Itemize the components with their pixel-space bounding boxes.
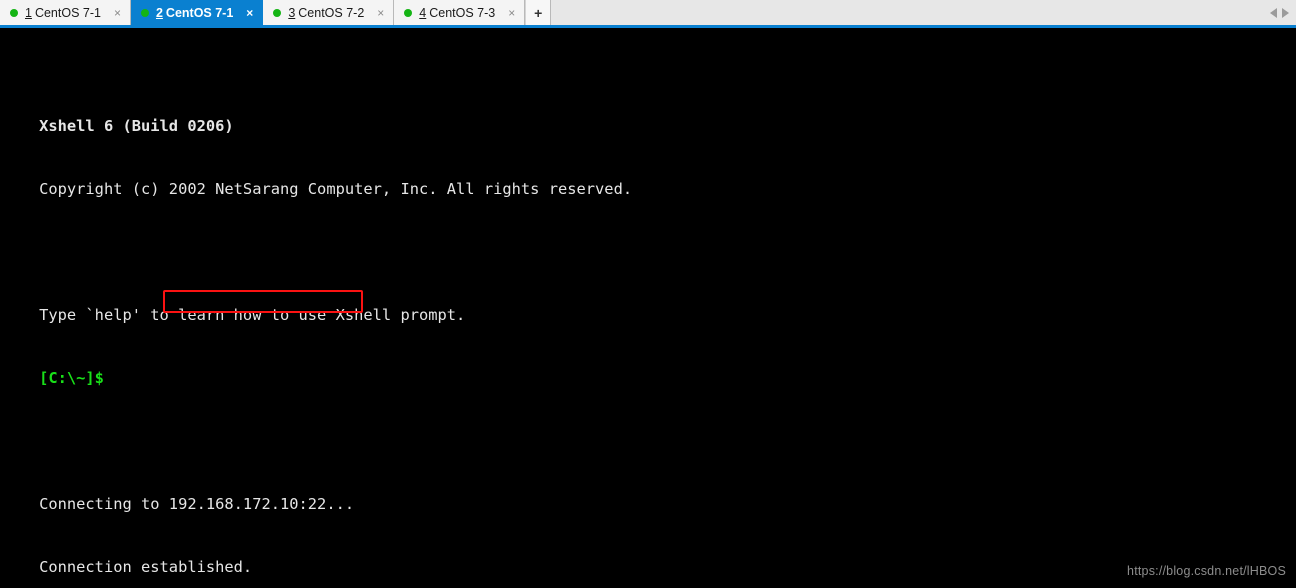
tab-status-dot-icon (140, 8, 149, 17)
chevron-left-icon[interactable] (1270, 7, 1277, 18)
tab-index-label: 4 (419, 5, 427, 20)
terminal-screen[interactable]: Xshell 6 (Build 0206) Copyright (c) 2002… (0, 28, 1296, 588)
terminal-line-copyright: Copyright (c) 2002 NetSarang Computer, I… (2, 158, 1296, 198)
tab-close-icon[interactable]: × (243, 7, 256, 19)
new-tab-button[interactable]: + (525, 0, 552, 25)
copyright-text: Copyright (c) 2002 NetSarang Computer, I… (39, 180, 633, 198)
terminal-line-established: Connection established. (2, 536, 1296, 576)
tab-status-dot-icon (10, 8, 18, 17)
terminal-line-app-title: Xshell 6 (Build 0206) (2, 95, 1296, 135)
tab-scroll-controls (1270, 0, 1296, 25)
watermark-text: https://blog.csdn.net/lHBOS (1127, 564, 1286, 578)
tab-bar-filler (551, 0, 1270, 25)
tab-close-icon[interactable]: × (505, 7, 518, 19)
tab-2[interactable]: 2 CentOS 7-1 × (130, 0, 264, 25)
tab-close-icon[interactable]: × (374, 7, 387, 19)
terminal-line-blank-1 (2, 221, 1296, 242)
terminal-line-help-hint: Type `help' to learn how to use Xshell p… (2, 284, 1296, 324)
chevron-right-icon[interactable] (1282, 7, 1289, 18)
terminal-line-connecting: Connecting to 192.168.172.10:22... (2, 473, 1296, 513)
tab-title-label: CentOS 7-1 (165, 5, 234, 20)
tab-title-label: CentOS 7-1 (34, 5, 101, 20)
tab-bar: 1 CentOS 7-1 × 2 CentOS 7-1 × 3 CentOS 7-2 × 4 Cen… (0, 0, 1296, 28)
tab-3[interactable]: 3 CentOS 7-2 × (263, 0, 395, 25)
terminal-line-blank-2 (2, 410, 1296, 431)
tab-index-label: 3 (288, 5, 296, 20)
local-prompt-text: [C:\~]$ (39, 369, 104, 387)
help-hint-text: Type `help' to learn how to use Xshell p… (39, 306, 466, 324)
tab-index-label: 2 (155, 5, 163, 20)
tab-4[interactable]: 4 CentOS 7-3 × (394, 0, 526, 25)
app-title-text: Xshell 6 (Build 0206) (39, 117, 234, 135)
established-text: Connection established. (39, 558, 253, 576)
connecting-text: Connecting to 192.168.172.10:22... (39, 495, 355, 513)
tab-status-dot-icon (273, 8, 282, 17)
tab-1[interactable]: 1 CentOS 7-1 × (0, 0, 131, 25)
tab-title-label: CentOS 7-3 (429, 5, 496, 20)
tab-title-label: CentOS 7-2 (298, 5, 365, 20)
plus-icon: + (534, 4, 543, 21)
tab-close-icon[interactable]: × (111, 7, 124, 19)
tab-index-label: 1 (25, 5, 32, 20)
tabs-container: 1 CentOS 7-1 × 2 CentOS 7-1 × 3 CentOS 7-2 × 4 Cen… (0, 0, 526, 25)
tab-status-dot-icon (404, 8, 413, 17)
terminal-line-local-prompt: [C:\~]$ (2, 347, 1296, 387)
